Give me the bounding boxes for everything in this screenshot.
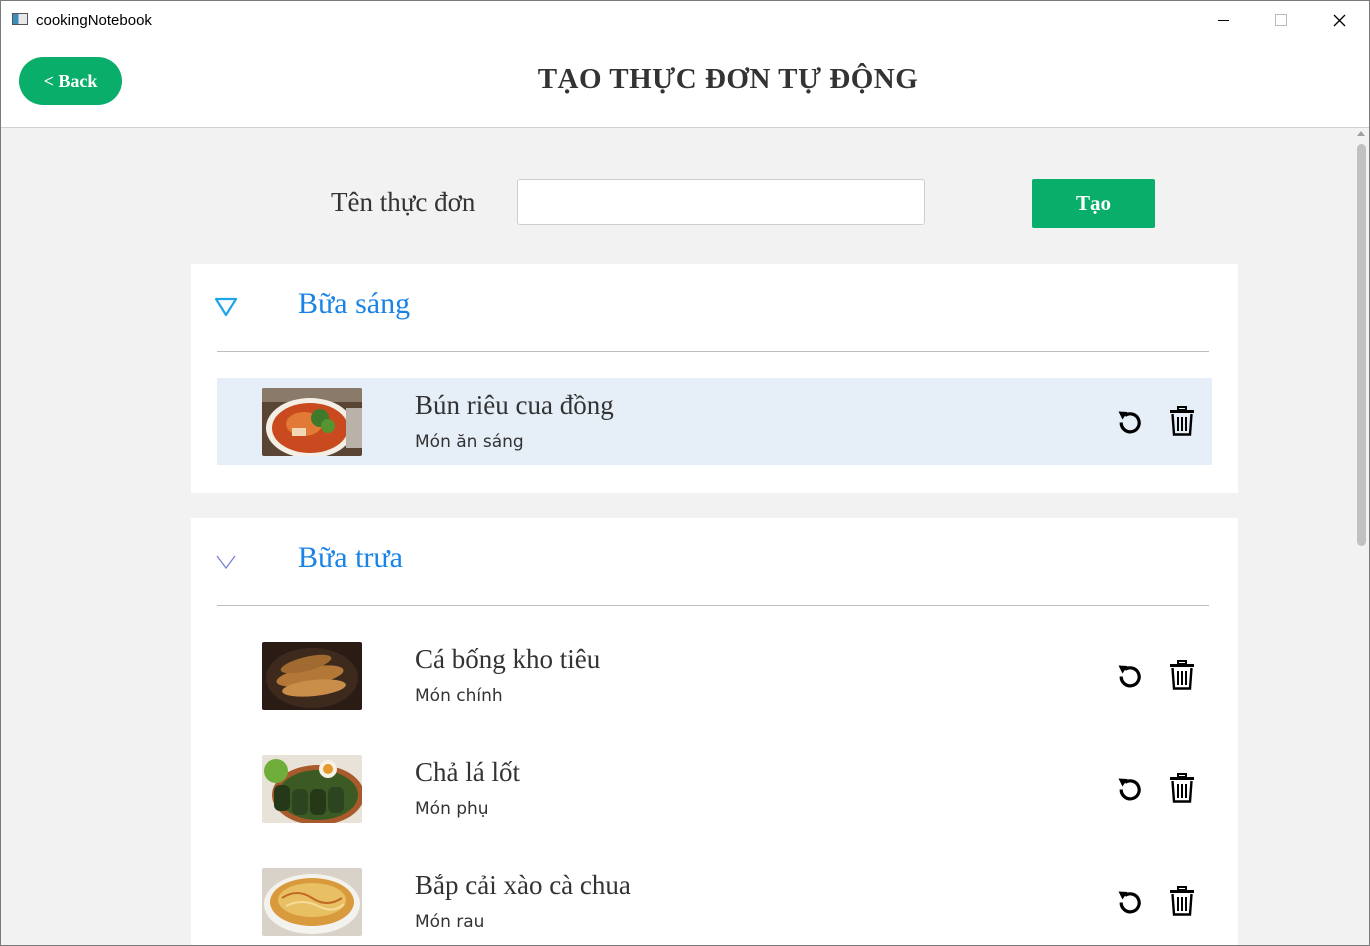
maximize-icon bbox=[1275, 14, 1287, 26]
meal-section-breakfast: Bữa sáng Bún riêu cua đồng Món ăn sáng bbox=[191, 264, 1238, 493]
vertical-scrollbar[interactable] bbox=[1354, 128, 1369, 945]
trash-icon[interactable] bbox=[1169, 660, 1195, 690]
meal-section-lunch: Bữa trưa Cá bống kho tiêu Món chính Chả … bbox=[191, 518, 1238, 945]
trash-icon[interactable] bbox=[1169, 406, 1195, 436]
page-title: TẠO THỰC ĐƠN TỰ ĐỘNG bbox=[537, 63, 919, 95]
scroll-up-icon[interactable] bbox=[1357, 131, 1365, 136]
maximize-button[interactable] bbox=[1252, 1, 1310, 39]
app-icon bbox=[12, 13, 28, 25]
meal-title: Bữa trưa bbox=[298, 541, 403, 574]
meal-header-breakfast[interactable]: Bữa sáng bbox=[191, 264, 1238, 352]
dish-row[interactable]: Bún riêu cua đồng Món ăn sáng bbox=[217, 378, 1212, 465]
menu-name-label: Tên thực đơn bbox=[331, 187, 476, 217]
close-icon bbox=[1333, 14, 1345, 26]
window-title: cookingNotebook bbox=[36, 12, 152, 29]
dish-name: Cá bống kho tiêu bbox=[415, 644, 601, 674]
refresh-icon[interactable] bbox=[1116, 887, 1144, 915]
title-bar: cookingNotebook bbox=[1, 1, 1369, 39]
dish-row[interactable]: Chả lá lốt Món phụ bbox=[217, 745, 1212, 832]
dish-photo bbox=[262, 755, 362, 823]
dish-photo bbox=[262, 642, 362, 710]
refresh-icon[interactable] bbox=[1116, 661, 1144, 689]
menu-name-input[interactable] bbox=[517, 179, 925, 225]
dish-name: Bắp cải xào cà chua bbox=[415, 870, 631, 900]
divider bbox=[217, 351, 1209, 352]
create-button[interactable]: Tạo bbox=[1032, 179, 1155, 228]
chevron-down-icon[interactable] bbox=[214, 551, 238, 571]
app-window: cookingNotebook < Back TẠO THỰC ĐƠN TỰ Đ… bbox=[0, 0, 1370, 946]
scrollbar-thumb[interactable] bbox=[1357, 144, 1366, 546]
minimize-icon bbox=[1217, 19, 1229, 21]
dish-name: Bún riêu cua đồng bbox=[415, 390, 614, 420]
dish-type: Món ăn sáng bbox=[415, 432, 524, 452]
meal-title: Bữa sáng bbox=[298, 287, 411, 320]
dish-photo bbox=[262, 388, 362, 456]
dish-row[interactable]: Cá bống kho tiêu Món chính bbox=[217, 632, 1212, 719]
divider bbox=[217, 605, 1209, 606]
dish-row[interactable]: Bắp cải xào cà chua Món rau bbox=[217, 858, 1212, 945]
close-button[interactable] bbox=[1310, 1, 1368, 39]
meal-header-lunch[interactable]: Bữa trưa bbox=[191, 518, 1238, 606]
trash-icon[interactable] bbox=[1169, 773, 1195, 803]
dish-name: Chả lá lốt bbox=[415, 757, 520, 787]
expand-triangle-icon[interactable] bbox=[214, 297, 238, 317]
page-header: < Back TẠO THỰC ĐƠN TỰ ĐỘNG bbox=[1, 39, 1369, 128]
minimize-button[interactable] bbox=[1194, 1, 1252, 39]
refresh-icon[interactable] bbox=[1116, 774, 1144, 802]
trash-icon[interactable] bbox=[1169, 886, 1195, 916]
dish-type: Món chính bbox=[415, 686, 503, 706]
dish-photo bbox=[262, 868, 362, 936]
dish-type: Món phụ bbox=[415, 799, 489, 819]
main-content: Tên thực đơn Tạo Bữa sáng Bún riêu cua đ… bbox=[1, 128, 1354, 945]
dish-type: Món rau bbox=[415, 912, 485, 932]
refresh-icon[interactable] bbox=[1116, 407, 1144, 435]
